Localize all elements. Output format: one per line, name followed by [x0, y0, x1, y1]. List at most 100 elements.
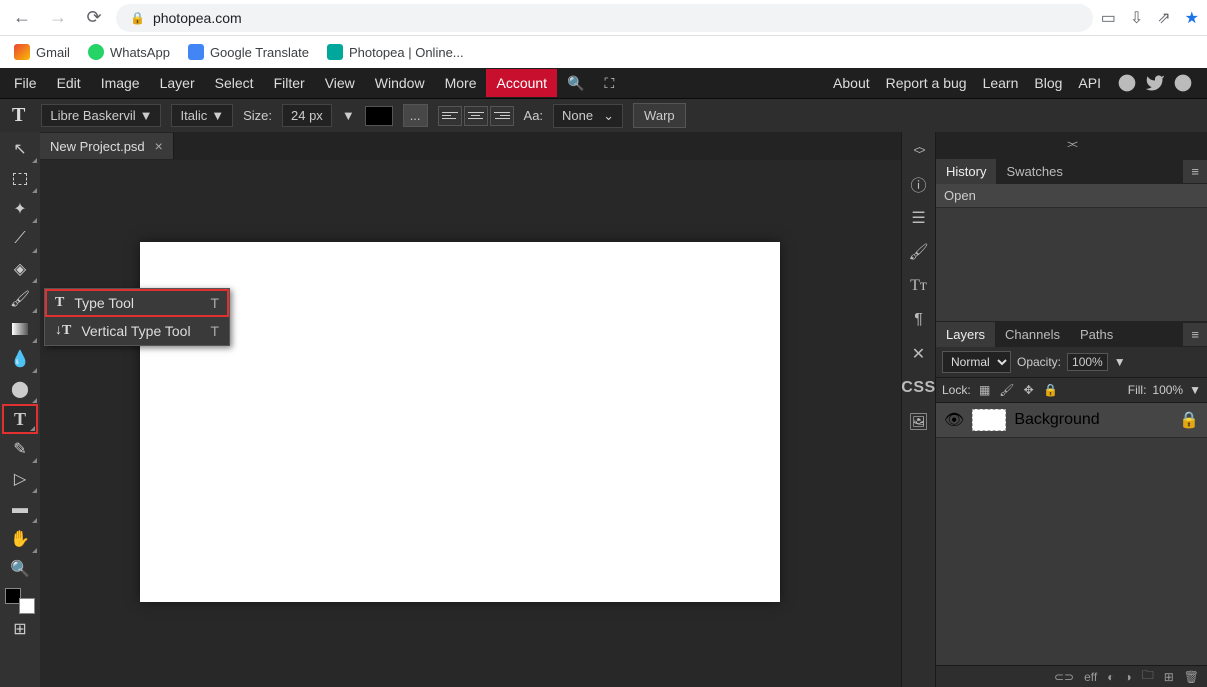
tab-swatches[interactable]: Swatches — [996, 159, 1072, 184]
tab-paths[interactable]: Paths — [1070, 322, 1123, 347]
blur-tool[interactable]: 💧 — [2, 344, 38, 374]
install-icon[interactable]: ⇩ — [1130, 8, 1143, 28]
lock-paint-icon[interactable]: 🖌 — [999, 382, 1015, 398]
facebook-icon[interactable] — [1173, 73, 1193, 93]
hand-tool[interactable]: ✋ — [2, 524, 38, 554]
adjustment-layer-icon[interactable]: ◑ — [1124, 670, 1131, 684]
menu-image[interactable]: Image — [91, 69, 150, 97]
link-learn[interactable]: Learn — [983, 75, 1019, 91]
reload-button[interactable]: ⟳ — [80, 4, 108, 32]
layer-effects-icon[interactable]: eff — [1084, 670, 1097, 684]
text-color-swatch[interactable] — [365, 106, 393, 126]
tab-history[interactable]: History — [936, 159, 996, 184]
collapse-icon[interactable]: >< — [936, 139, 1207, 151]
link-blog[interactable]: Blog — [1034, 75, 1062, 91]
collapse-panels-icon[interactable]: <> — [905, 136, 933, 164]
extension-icon[interactable]: ▭ — [1101, 8, 1116, 28]
lock-transparency-icon[interactable]: ▦ — [977, 382, 993, 398]
css-panel-icon[interactable]: CSS — [905, 374, 933, 402]
tab-layers[interactable]: Layers — [936, 322, 995, 347]
bookmark-gmail[interactable]: Gmail — [14, 44, 70, 60]
flyout-type-tool[interactable]: T Type Tool T — [45, 289, 229, 317]
zoom-tool[interactable]: 🔍 — [2, 554, 38, 584]
pen-tool[interactable]: ✎ — [2, 434, 38, 464]
link-about[interactable]: About — [833, 75, 870, 91]
url-input[interactable]: 🔒 photopea.com — [116, 4, 1093, 32]
info-panel-icon[interactable]: ⓘ — [905, 170, 933, 198]
move-tool[interactable]: ↖ — [2, 134, 38, 164]
quickmask-tool[interactable]: ⊞ — [2, 614, 38, 644]
document-tab[interactable]: New Project.psd × — [40, 133, 174, 159]
bookmark-star-icon[interactable]: ★ — [1185, 8, 1199, 28]
share-icon[interactable]: ⇗ — [1157, 8, 1170, 28]
menu-account[interactable]: Account — [486, 69, 557, 97]
menu-file[interactable]: File — [4, 69, 47, 97]
lock-all-icon[interactable]: 🔒 — [1043, 382, 1059, 398]
image-panel-icon[interactable]: 🖼 — [905, 408, 933, 436]
menu-window[interactable]: Window — [365, 69, 435, 97]
type-tool[interactable]: T — [2, 404, 38, 434]
font-size-input[interactable]: 24 px — [282, 104, 332, 127]
crop-tool[interactable]: ⟋ — [2, 224, 38, 254]
antialias-dropdown[interactable]: None ⌄ — [553, 104, 623, 128]
close-tab-icon[interactable]: × — [155, 138, 163, 154]
menu-view[interactable]: View — [315, 69, 365, 97]
bookmark-photopea[interactable]: Photopea | Online... — [327, 44, 464, 60]
font-size-dropdown[interactable]: ▼ — [342, 108, 355, 123]
layer-lock-icon[interactable]: 🔒 — [1179, 410, 1199, 430]
align-right-button[interactable] — [490, 106, 514, 126]
align-center-button[interactable] — [464, 106, 488, 126]
eyedropper-tool[interactable]: ◈ — [2, 254, 38, 284]
wand-tool[interactable]: ✦ — [2, 194, 38, 224]
color-swatches[interactable] — [5, 588, 35, 614]
font-family-dropdown[interactable]: Libre Baskervil ▼ — [41, 104, 161, 127]
visibility-icon[interactable]: 👁 — [944, 410, 964, 430]
fullscreen-icon[interactable]: ⛶ — [595, 69, 625, 98]
layer-thumbnail[interactable] — [972, 409, 1006, 431]
twitter-icon[interactable] — [1145, 73, 1165, 93]
fill-value[interactable]: 100% — [1152, 383, 1183, 397]
layer-mask-icon[interactable]: ◐ — [1107, 670, 1114, 684]
adjustments-panel-icon[interactable]: ☰ — [905, 204, 933, 232]
path-select-tool[interactable]: ▷ — [2, 464, 38, 494]
flyout-vertical-type-tool[interactable]: ↓T Vertical Type Tool T — [45, 317, 229, 345]
back-button[interactable]: ← — [8, 4, 36, 32]
blend-mode-select[interactable]: Normal — [942, 351, 1011, 373]
gradient-tool[interactable] — [2, 314, 38, 344]
menu-edit[interactable]: Edit — [47, 69, 91, 97]
menu-filter[interactable]: Filter — [264, 69, 315, 97]
color-more-button[interactable]: ... — [403, 104, 428, 127]
menu-more[interactable]: More — [435, 69, 487, 97]
tab-channels[interactable]: Channels — [995, 322, 1070, 347]
bookmark-whatsapp[interactable]: WhatsApp — [88, 44, 170, 60]
menu-select[interactable]: Select — [205, 69, 264, 97]
background-color[interactable] — [19, 598, 35, 614]
bookmark-translate[interactable]: Google Translate — [188, 44, 309, 60]
brush-panel-icon[interactable]: 🖌 — [905, 238, 933, 266]
align-left-button[interactable] — [438, 106, 462, 126]
delete-layer-icon[interactable]: 🗑 — [1184, 670, 1199, 684]
layers-panel-menu[interactable]: ≡ — [1183, 323, 1207, 346]
lock-position-icon[interactable]: ✥ — [1021, 382, 1037, 398]
marquee-tool[interactable] — [2, 164, 38, 194]
history-item-open[interactable]: Open — [936, 184, 1207, 208]
menu-layer[interactable]: Layer — [150, 69, 205, 97]
character-panel-icon[interactable]: Tт — [905, 272, 933, 300]
opacity-dropdown[interactable]: ▼ — [1114, 355, 1126, 369]
layer-row-background[interactable]: 👁 Background 🔒 — [936, 403, 1207, 438]
tools-panel-icon[interactable]: ✕ — [905, 340, 933, 368]
reddit-icon[interactable] — [1117, 73, 1137, 93]
shape-tool[interactable]: ▬ — [2, 494, 38, 524]
link-report-bug[interactable]: Report a bug — [886, 75, 967, 91]
new-layer-icon[interactable]: ⊞ — [1164, 670, 1174, 684]
search-icon[interactable]: 🔍 — [557, 69, 594, 98]
paragraph-panel-icon[interactable]: ¶ — [905, 306, 933, 334]
brush-tool[interactable]: 🖌 — [2, 284, 38, 314]
clone-tool[interactable]: ⬤ — [2, 374, 38, 404]
link-layers-icon[interactable]: ⊂⊃ — [1054, 670, 1074, 684]
fill-dropdown[interactable]: ▼ — [1189, 383, 1201, 397]
font-style-dropdown[interactable]: Italic ▼ — [171, 104, 233, 127]
warp-button[interactable]: Warp — [633, 103, 686, 128]
canvas[interactable] — [140, 242, 780, 602]
layer-group-icon[interactable]: 🗀 — [1142, 666, 1154, 687]
